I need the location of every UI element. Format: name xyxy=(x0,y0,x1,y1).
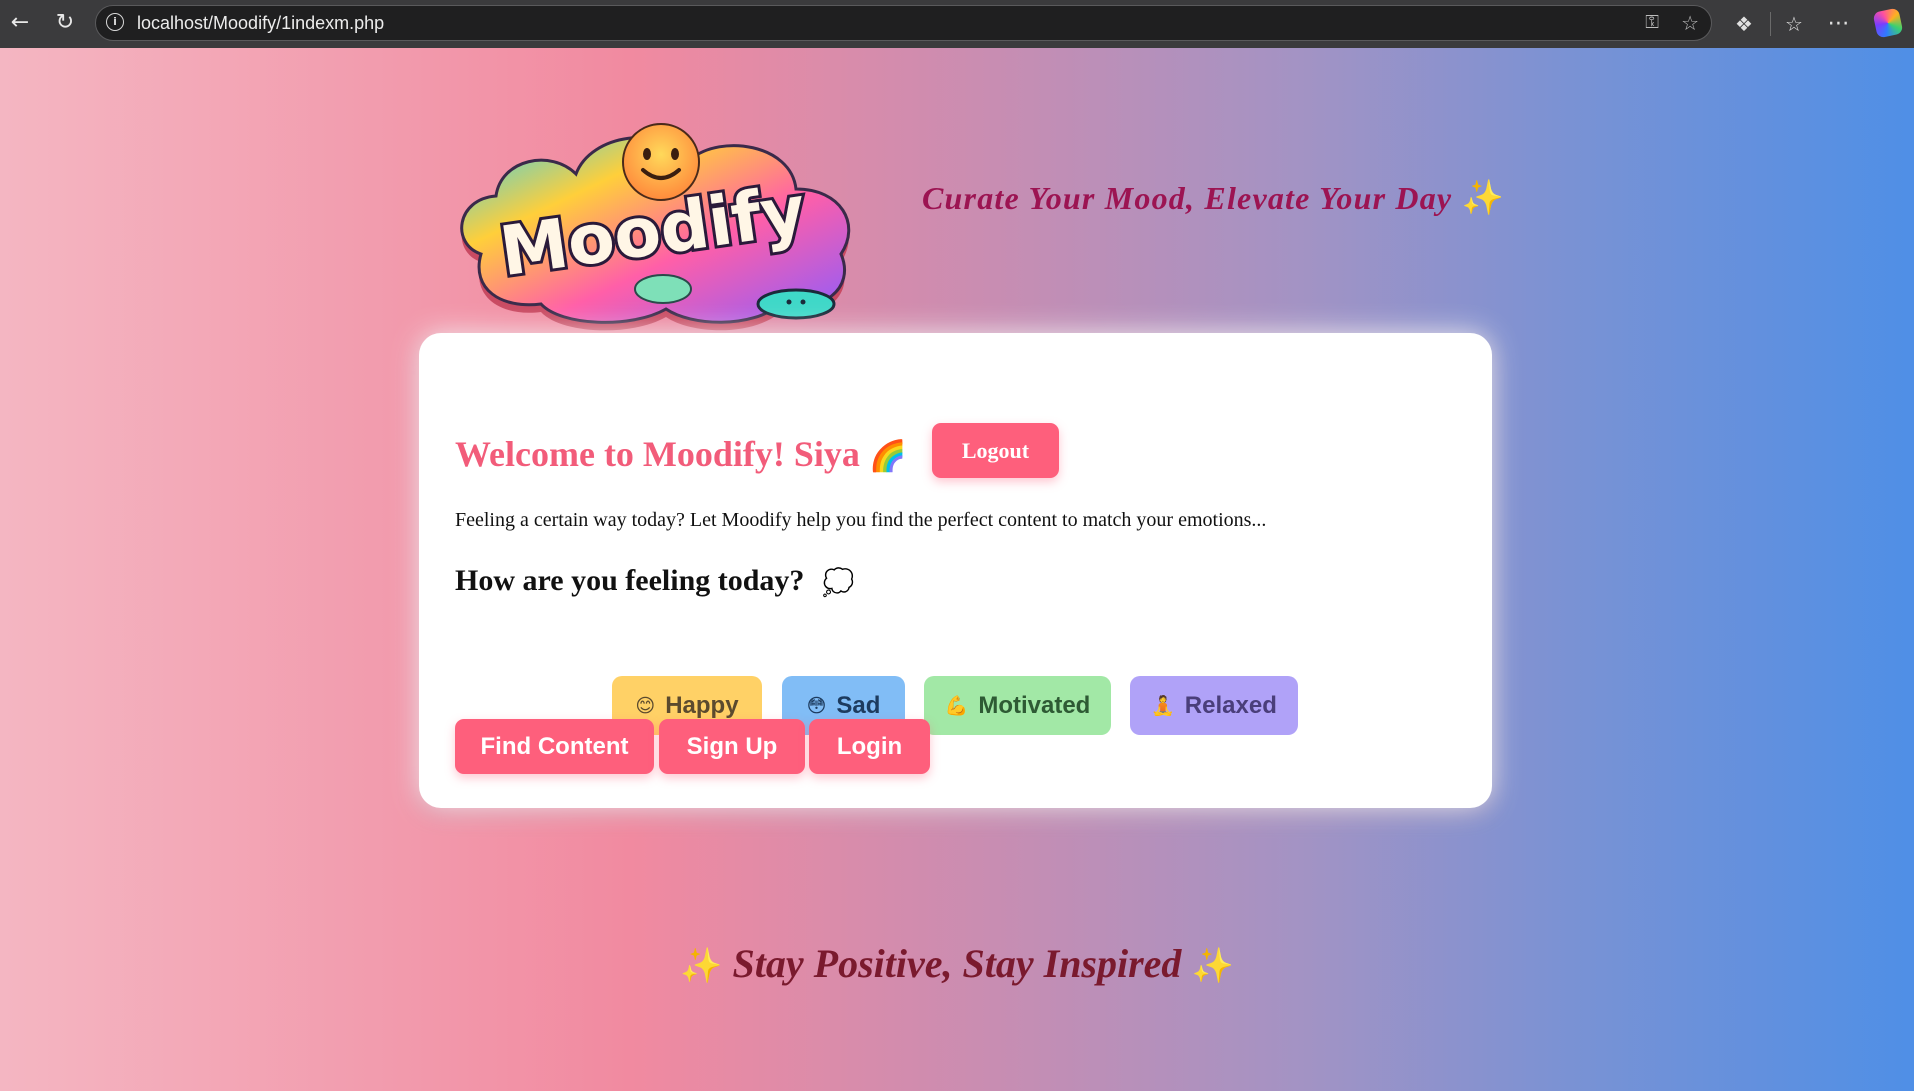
copilot-icon[interactable] xyxy=(1872,7,1904,39)
tagline-text: Curate Your Mood, Elevate Your Day xyxy=(922,180,1453,216)
welcome-text: Welcome to Moodify! Siya xyxy=(455,434,860,474)
address-bar[interactable]: i localhost/Moodify/1indexm.php ⚿ ☆ xyxy=(95,5,1712,41)
tagline: Curate Your Mood, Elevate Your Day ✨ xyxy=(922,178,1505,218)
mood-button-relaxed[interactable]: 🧘 Relaxed xyxy=(1130,676,1298,735)
meditation-icon: 🧘 xyxy=(1151,695,1175,717)
back-arrow-icon[interactable]: ← xyxy=(5,8,35,38)
mood-question: How are you feeling today? 💭 xyxy=(455,564,854,598)
footer-message: ✨ Stay Positive, Stay Inspired ✨ xyxy=(0,940,1914,987)
footer-text: Stay Positive, Stay Inspired xyxy=(732,941,1182,986)
sign-up-button[interactable]: Sign Up xyxy=(659,719,805,774)
toolbar-divider xyxy=(1770,12,1771,36)
moodify-logo: Moodify xyxy=(460,123,851,331)
question-text: How are you feeling today? xyxy=(455,564,805,597)
reload-icon[interactable]: ↻ xyxy=(50,8,80,38)
thought-bubble-icon: 💭 xyxy=(821,568,855,599)
more-icon[interactable]: ⋯ xyxy=(1824,9,1854,39)
sparkles-icon: ✨ xyxy=(680,946,723,986)
info-icon[interactable]: i xyxy=(106,13,124,31)
mood-button-motivated[interactable]: 💪 Motivated xyxy=(924,676,1111,735)
sad-face-icon: 😳 xyxy=(806,694,827,717)
smile-icon: 😊 xyxy=(635,694,656,717)
mood-label: Sad xyxy=(836,691,881,719)
favorites-icon[interactable]: ☆ xyxy=(1779,9,1809,39)
welcome-heading: Welcome to Moodify! Siya 🌈 xyxy=(455,433,906,475)
extensions-icon[interactable]: ❖ xyxy=(1729,9,1759,39)
url-text[interactable]: localhost/Moodify/1indexm.php xyxy=(137,12,384,34)
key-icon[interactable]: ⚿ xyxy=(1645,10,1659,36)
intro-text: Feeling a certain way today? Let Moodify… xyxy=(455,509,1267,531)
login-button[interactable]: Login xyxy=(809,719,930,774)
main-card: Welcome to Moodify! Siya 🌈 Logout Feelin… xyxy=(419,333,1492,808)
browser-toolbar: ← ↻ i localhost/Moodify/1indexm.php ⚿ ☆ … xyxy=(0,0,1914,48)
mood-label: Happy xyxy=(665,691,739,719)
find-content-button[interactable]: Find Content xyxy=(455,719,654,774)
mood-label: Relaxed xyxy=(1184,691,1277,719)
sparkles-icon: ✨ xyxy=(1461,178,1506,218)
flexed-arm-icon: 💪 xyxy=(944,695,969,717)
mood-label: Motivated xyxy=(978,691,1091,719)
star-icon[interactable]: ☆ xyxy=(1681,10,1699,36)
sparkles-icon: ✨ xyxy=(1191,946,1234,986)
rainbow-icon: 🌈 xyxy=(868,439,907,474)
page-background: Moodify Curate Your Mood, Elevate Your D… xyxy=(0,48,1914,1091)
logout-button[interactable]: Logout xyxy=(932,423,1059,478)
